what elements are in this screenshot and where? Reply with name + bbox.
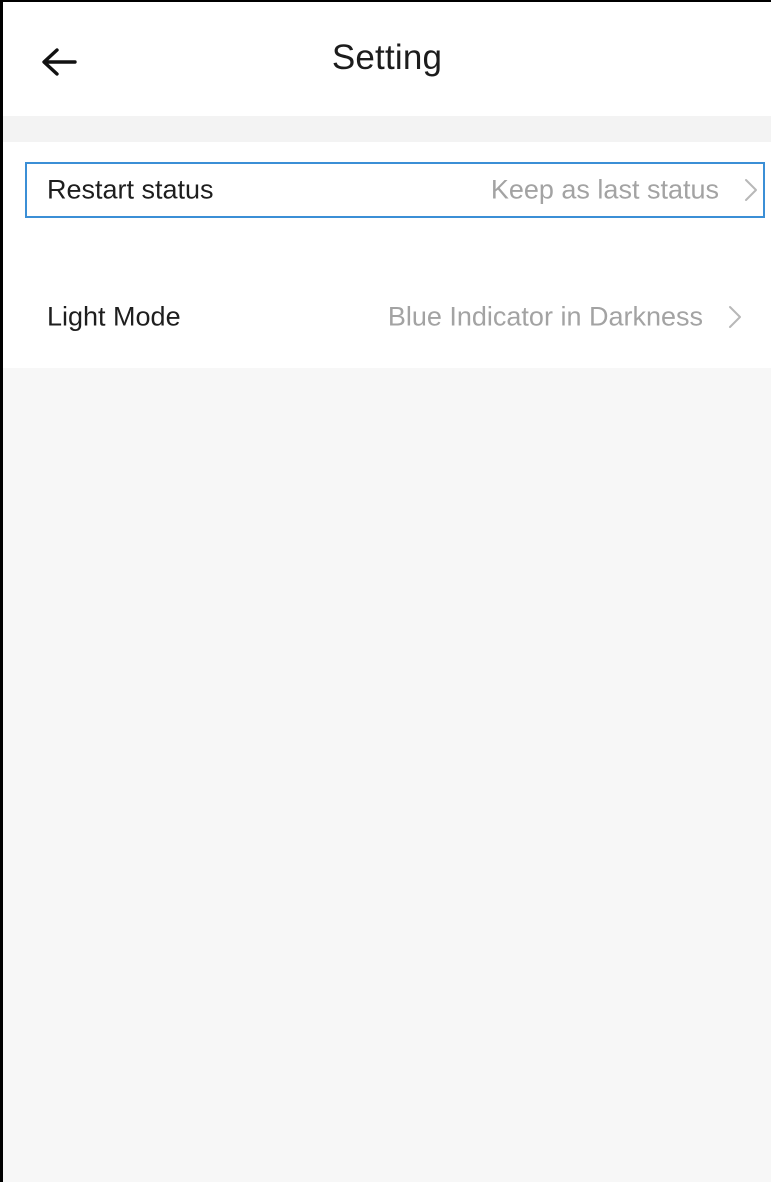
- section-divider: [3, 116, 771, 142]
- settings-row-value: Blue Indicator in Darkness: [387, 301, 703, 331]
- settings-row-light-mode[interactable]: Light Mode Blue Indicator in Darkness: [3, 265, 771, 368]
- settings-row-label: Light Mode: [47, 301, 181, 331]
- settings-row-container: Restart status Keep as last status: [3, 162, 771, 265]
- settings-list: Restart status Keep as last status Light…: [3, 142, 771, 368]
- settings-row-label: Restart status: [47, 174, 214, 205]
- page-title: Setting: [331, 38, 443, 77]
- chevron-right-icon: [745, 179, 757, 201]
- header-bar: Setting: [3, 2, 771, 116]
- chevron-right-icon: [729, 305, 741, 328]
- app-screen: Setting Restart status Keep as last stat…: [0, 0, 771, 1182]
- settings-row-restart-status[interactable]: Restart status Keep as last status: [25, 162, 765, 218]
- settings-row-value: Keep as last status: [490, 174, 719, 205]
